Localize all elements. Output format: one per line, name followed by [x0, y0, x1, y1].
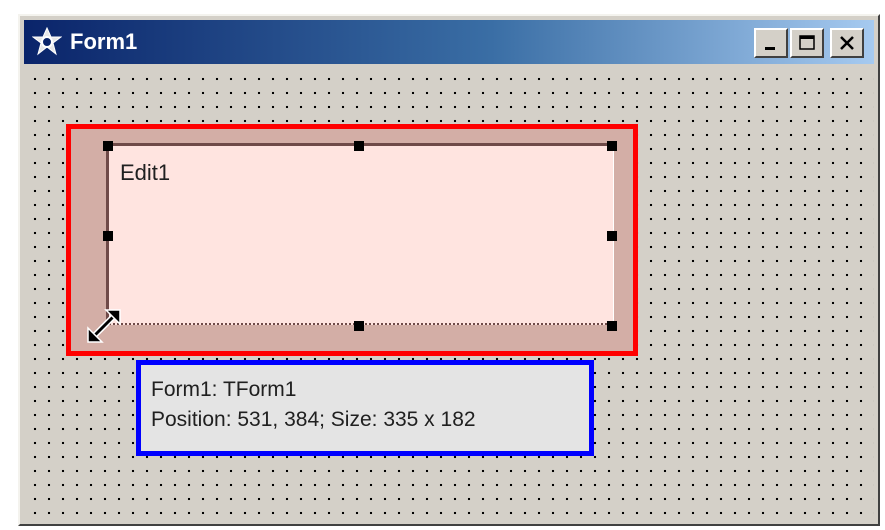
resize-handle-bottom[interactable] — [354, 321, 364, 331]
maximize-icon — [799, 35, 815, 50]
resize-handle-right[interactable] — [607, 231, 617, 241]
resize-handle-top[interactable] — [354, 141, 364, 151]
resize-handle-top-right[interactable] — [607, 141, 617, 151]
app-icon[interactable] — [30, 25, 64, 59]
resize-handle-left[interactable] — [103, 231, 113, 241]
minimize-icon — [765, 47, 775, 50]
title-bar[interactable]: Form1 — [24, 20, 874, 64]
edit1-text: Edit1 — [120, 160, 171, 185]
close-icon — [840, 36, 854, 50]
resize-handle-top-left[interactable] — [103, 141, 113, 151]
title-buttons — [752, 28, 864, 58]
position-size-hint: Form1: TForm1 Position: 531, 384; Size: … — [136, 360, 594, 456]
minimize-button[interactable] — [754, 28, 788, 58]
edit1-control[interactable] — [106, 143, 614, 325]
diagonal-resize-cursor-icon — [87, 309, 121, 343]
hint-component-name: Form1: TForm1 — [151, 378, 297, 401]
maximize-button[interactable] — [790, 28, 824, 58]
hint-position-size: Position: 531, 384; Size: 335 x 182 — [151, 408, 476, 431]
resize-handle-bottom-right[interactable] — [607, 321, 617, 331]
window-title: Form1 — [70, 29, 138, 54]
close-button[interactable] — [830, 28, 864, 58]
